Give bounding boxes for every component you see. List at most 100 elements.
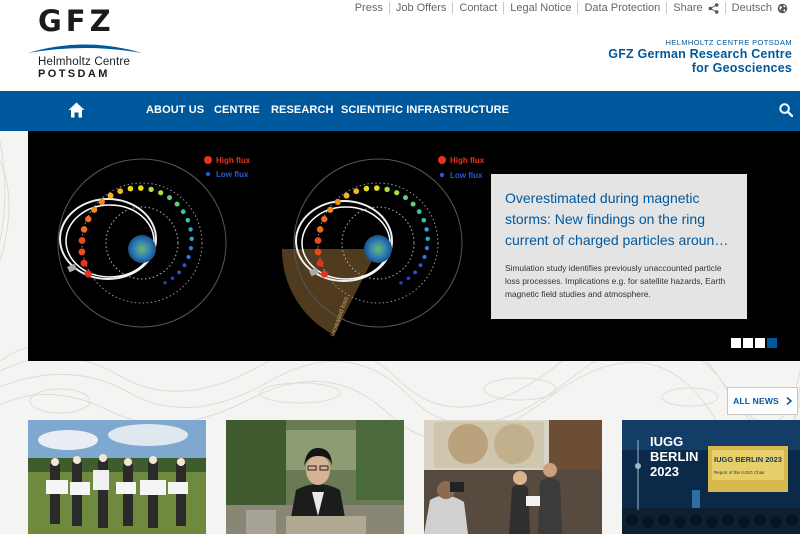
flux-dot — [321, 215, 328, 223]
news-card-1[interactable] — [28, 420, 206, 534]
flux-dot — [399, 281, 403, 285]
share-icon — [708, 2, 719, 14]
flux-dot — [158, 190, 164, 196]
legend-high-flux-left: High flux — [216, 156, 251, 165]
flux-dot — [163, 281, 167, 285]
flux-dot — [314, 237, 322, 244]
flux-dot — [138, 185, 144, 191]
slider-pagination — [731, 338, 777, 348]
slide-caption-title[interactable]: Overestimated during magnetic storms: Ne… — [505, 188, 733, 252]
flux-dot — [127, 185, 134, 192]
hero-slider[interactable]: High flux Low flux Increased loss High f… — [28, 131, 800, 361]
flux-dot — [170, 276, 175, 281]
home-icon[interactable] — [68, 102, 85, 118]
nav-centre[interactable]: CENTRE — [214, 104, 260, 116]
logo-arc — [28, 44, 142, 53]
news-card-2[interactable] — [226, 420, 404, 534]
flux-dot — [314, 248, 322, 256]
gfz-logo[interactable]: GFZ Helmholtz Centre POTSDAM — [26, 4, 144, 84]
flux-dot — [117, 188, 124, 195]
flux-dot — [78, 248, 86, 256]
flux-dot — [320, 270, 328, 278]
slide-caption[interactable]: Overestimated during magnetic storms: Ne… — [491, 174, 747, 319]
iugg-screen-subtitle: Report of the IUGG Chair — [714, 470, 765, 475]
main-navigation: ABOUT US CENTRE RESEARCH SCIENTIFIC INFR… — [0, 91, 800, 131]
topnav-legal-notice[interactable]: Legal Notice — [503, 2, 577, 14]
flux-dot — [421, 218, 427, 223]
flux-dot — [418, 263, 423, 268]
nav-research[interactable]: RESEARCH — [271, 104, 334, 116]
news-card-4[interactable]: IUGG BERLIN 2023 IUGG BERLIN 2023 Report… — [622, 420, 800, 534]
flux-dot — [363, 185, 370, 192]
institute-line2: for Geosciences — [691, 61, 792, 75]
search-icon[interactable] — [779, 103, 793, 117]
slider-dot-1[interactable] — [731, 338, 741, 348]
share-button[interactable]: Share — [666, 2, 724, 14]
slide-image-ring-current: High flux Low flux Increased loss High f… — [57, 156, 485, 338]
flux-dot — [424, 246, 429, 251]
flux-dot — [384, 186, 390, 193]
flux-dot — [410, 201, 416, 207]
news-image-portrait — [226, 420, 404, 534]
flux-dot — [416, 209, 422, 215]
flux-dot — [78, 237, 86, 244]
flux-dot — [188, 227, 193, 232]
legend-low-flux-right: Low flux — [450, 171, 483, 180]
slider-dot-3[interactable] — [755, 338, 765, 348]
flux-dot — [316, 259, 324, 267]
slide-caption-text: Simulation study identifies previously u… — [505, 263, 726, 299]
flux-dot — [107, 192, 114, 199]
iugg-screen-title: IUGG BERLIN 2023 — [714, 455, 782, 464]
flux-dot — [182, 263, 187, 268]
diagram-left: High flux Low flux — [57, 156, 251, 328]
logo-subtitle: Helmholtz Centre — [38, 56, 131, 68]
news-card-3[interactable] — [424, 420, 602, 534]
logo-city: POTSDAM — [38, 68, 110, 80]
flux-dot — [424, 227, 429, 232]
topnav-contact[interactable]: Contact — [452, 2, 503, 14]
iugg-sign-line2: BERLIN — [650, 449, 698, 464]
flux-dot — [374, 185, 380, 191]
news-image-ceremony — [424, 420, 602, 534]
news-image-award-group — [28, 420, 206, 534]
flux-dot — [174, 201, 180, 207]
nav-scientific-infrastructure[interactable]: SCIENTIFIC INFRASTRUCTURE — [341, 104, 509, 116]
flux-dot — [188, 246, 193, 251]
institute-name: Helmholtz Centre Potsdam GFZ German Rese… — [608, 38, 792, 75]
topnav-job-offers[interactable]: Job Offers — [388, 2, 453, 14]
slider-dot-4[interactable] — [767, 338, 777, 348]
flux-dot — [80, 226, 88, 233]
flux-dot — [186, 255, 191, 259]
flux-dot — [343, 192, 350, 199]
share-label: Share — [673, 2, 703, 14]
diagram-right: Increased loss High flux Low flux — [281, 156, 485, 338]
flux-dot — [148, 186, 154, 193]
flux-dot — [422, 255, 427, 259]
flux-dot — [80, 259, 88, 267]
flux-dot — [91, 206, 98, 213]
flux-dot — [167, 195, 172, 201]
news-image-iugg-berlin: IUGG BERLIN 2023 IUGG BERLIN 2023 Report… — [622, 420, 800, 534]
flux-dot — [353, 188, 360, 195]
logo-wordmark: GFZ — [38, 4, 115, 38]
chevron-right-icon — [786, 397, 792, 405]
institute-parent: Helmholtz Centre Potsdam — [665, 38, 792, 47]
flux-dot — [84, 270, 92, 278]
all-news-button[interactable]: ALL NEWS — [727, 387, 798, 415]
legend-high-flux-right: High flux — [450, 156, 485, 165]
flux-dot — [403, 195, 408, 201]
slider-dot-2[interactable] — [743, 338, 753, 348]
topnav-data-protection[interactable]: Data Protection — [577, 2, 666, 14]
flux-dot — [406, 276, 411, 281]
flux-dot — [316, 226, 324, 233]
flux-dot — [327, 206, 334, 213]
flux-dot — [413, 270, 417, 275]
flux-dot — [177, 270, 182, 275]
iugg-sign-line1: IUGG — [650, 434, 683, 449]
language-switch[interactable]: Deutsch — [724, 2, 794, 14]
language-label: Deutsch — [731, 2, 772, 14]
globe-icon — [777, 3, 788, 13]
nav-about-us[interactable]: ABOUT US — [146, 104, 204, 116]
flux-dot — [394, 190, 400, 196]
topnav-press[interactable]: Press — [349, 2, 389, 14]
